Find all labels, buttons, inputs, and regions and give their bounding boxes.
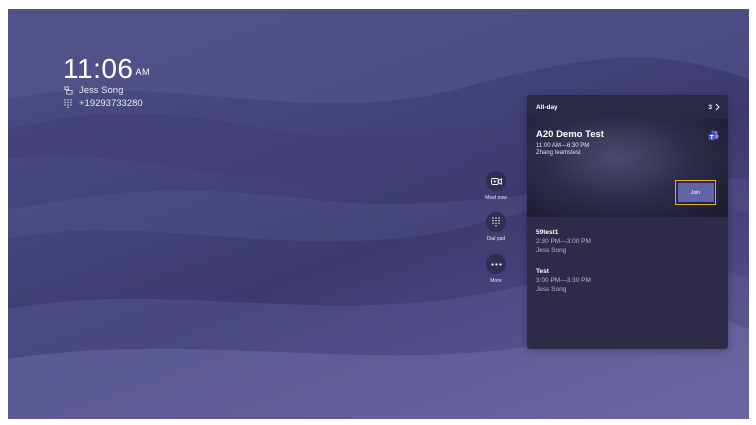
all-day-header[interactable]: All-day 3 — [527, 95, 728, 119]
dialpad-icon — [63, 99, 73, 109]
all-day-count: 3 — [708, 103, 720, 111]
join-button[interactable]: Join — [677, 183, 714, 202]
chevron-right-icon — [715, 103, 720, 111]
meeting-title: 59test1 — [536, 229, 559, 236]
meeting-item[interactable]: Test 3:00 PM—3:30 PM Jess Song — [527, 268, 728, 293]
video-camera-icon — [486, 171, 506, 191]
clock-period: AM — [135, 67, 150, 77]
event-count: 3 — [708, 103, 712, 111]
calendar-panel: All-day 3 A20 Demo Test 11:00 AM—6:30 PM… — [527, 95, 728, 349]
all-day-label: All-day — [536, 103, 558, 111]
meeting-title: Test — [536, 268, 549, 275]
meet-now-label: Meet now — [485, 195, 507, 201]
more-label: More — [490, 278, 502, 284]
clock-time: 11:06 AM — [63, 54, 150, 84]
featured-meeting[interactable]: A20 Demo Test 11:00 AM—6:30 PM Zhang tea… — [527, 119, 728, 217]
meeting-organizer: Jess Song — [536, 247, 567, 254]
more-icon — [486, 254, 506, 274]
home-screen: 11:06AM Jess Song +19293733280 Meet now — [8, 9, 749, 419]
featured-meeting-time: 11:00 AM—6:30 PM — [536, 143, 590, 149]
meeting-organizer: Jess Song — [536, 286, 567, 293]
user-row: Jess Song — [63, 84, 150, 97]
phone-number: +19293733280 — [79, 98, 143, 109]
more-button[interactable]: More — [476, 254, 516, 284]
dial-pad-label: Dial pad — [486, 236, 506, 242]
phone-row: +19293733280 — [63, 97, 150, 110]
featured-meeting-organizer: Zhang teamstest — [536, 150, 581, 156]
dial-pad-button[interactable]: Dial pad — [476, 212, 516, 242]
join-highlight: Join — [675, 180, 716, 205]
meeting-item[interactable]: 59test1 2:30 PM—3:00 PM Jess Song — [527, 229, 728, 254]
featured-meeting-title: A20 Demo Test — [536, 129, 604, 140]
meeting-time: 2:30 PM—3:00 PM — [536, 238, 591, 245]
teams-icon — [708, 128, 719, 146]
clock-block: 11:06 AM Jess Song +19293733280 — [63, 54, 150, 110]
meeting-time: 3:00 PM—3:30 PM — [536, 277, 591, 284]
user-name: Jess Song — [79, 85, 124, 96]
account-icon — [63, 86, 73, 96]
clock-hours-minutes: 11:06 — [63, 53, 134, 84]
dialpad-icon — [486, 212, 506, 232]
meet-now-button[interactable]: Meet now — [476, 171, 516, 201]
